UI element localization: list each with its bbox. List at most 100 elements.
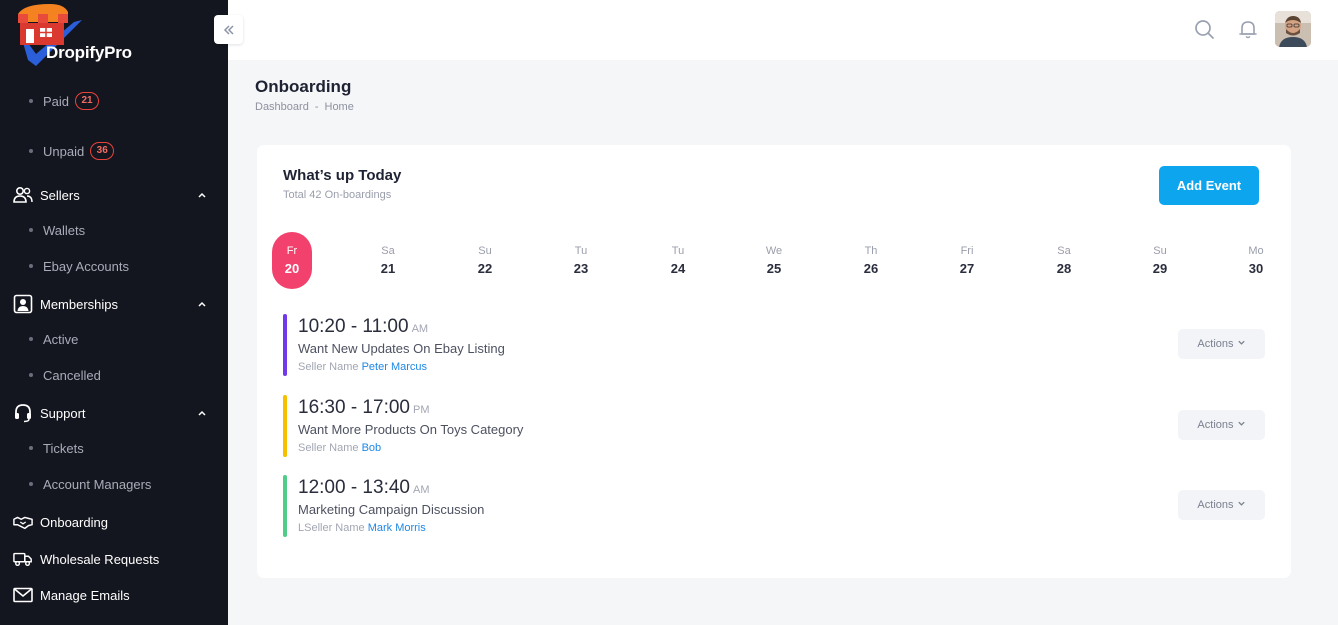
event-time: 16:30 - 17:00 PM bbox=[298, 397, 429, 419]
users-icon bbox=[13, 185, 33, 205]
day-name: Sa bbox=[381, 245, 395, 257]
sidebar-item-ebay-accounts[interactable]: Ebay Accounts bbox=[0, 256, 129, 276]
day-tab[interactable]: Tu 23 bbox=[561, 232, 601, 289]
event-time-range: 12:00 - 13:40 bbox=[298, 477, 410, 498]
day-name: Sa bbox=[1057, 245, 1071, 257]
chevron-down-icon bbox=[1237, 421, 1245, 426]
chevron-down-icon bbox=[1237, 501, 1245, 506]
day-tab[interactable]: Fr 20 bbox=[272, 232, 312, 289]
day-tab[interactable]: Tu 24 bbox=[658, 232, 698, 289]
day-tab[interactable]: Sa 21 bbox=[368, 232, 408, 289]
event-color-bar bbox=[283, 314, 287, 376]
day-number: 22 bbox=[477, 261, 493, 276]
envelope-icon bbox=[13, 585, 33, 605]
actions-dropdown-button[interactable]: Actions bbox=[1178, 329, 1265, 359]
sidebar-collapse-button[interactable] bbox=[214, 15, 243, 44]
sidebar-item-cancelled[interactable]: Cancelled bbox=[0, 365, 101, 385]
bullet bbox=[29, 264, 33, 268]
sidebar-section-support[interactable]: Support bbox=[0, 402, 228, 424]
sidebar-section-label: Memberships bbox=[40, 296, 119, 312]
event-seller: Seller Name Peter Marcus bbox=[298, 361, 427, 373]
breadcrumb-dashboard[interactable]: Dashboard bbox=[255, 101, 309, 113]
handshake-icon bbox=[13, 512, 33, 532]
bell-icon[interactable] bbox=[1237, 18, 1259, 40]
day-number: 25 bbox=[766, 261, 782, 276]
sidebar-item-account-managers[interactable]: Account Managers bbox=[0, 474, 151, 494]
page-title: Onboarding bbox=[255, 77, 352, 96]
member-card-icon bbox=[13, 294, 33, 314]
sidebar-item-label: Cancelled bbox=[43, 367, 101, 383]
sidebar-section-memberships[interactable]: Memberships bbox=[0, 293, 228, 315]
sidebar-item-onboarding[interactable]: Onboarding bbox=[0, 511, 228, 533]
actions-label: Actions bbox=[1197, 338, 1234, 350]
day-number: 28 bbox=[1056, 261, 1072, 276]
user-avatar[interactable] bbox=[1275, 11, 1311, 47]
sidebar-item-label: Ebay Accounts bbox=[43, 258, 129, 274]
day-tab[interactable]: Sa 28 bbox=[1044, 232, 1084, 289]
day-tab[interactable]: Fri 27 bbox=[947, 232, 987, 289]
event-title: Want More Products On Toys Category bbox=[298, 422, 524, 437]
event-ampm: PM bbox=[412, 404, 430, 416]
sidebar-item-label: Paid bbox=[43, 93, 70, 109]
paid-count-badge: 21 bbox=[75, 92, 100, 110]
sidebar-item-active[interactable]: Active bbox=[0, 329, 78, 349]
day-number: 20 bbox=[284, 261, 300, 276]
day-tab[interactable]: Mo 30 bbox=[1236, 232, 1276, 289]
event-title: Marketing Campaign Discussion bbox=[298, 502, 485, 517]
sidebar-item-paid[interactable]: Paid 21 bbox=[0, 91, 100, 111]
day-number: 27 bbox=[959, 261, 975, 276]
event-seller: Seller Name Bob bbox=[298, 442, 381, 454]
sidebar-item-label: Unpaid bbox=[43, 143, 85, 159]
brand-logo[interactable]: DropifyPro bbox=[14, 0, 164, 70]
truck-icon bbox=[13, 549, 33, 569]
day-number: 29 bbox=[1152, 261, 1168, 276]
day-number: 24 bbox=[670, 261, 686, 276]
event-item: 12:00 - 13:40 AM Marketing Campaign Discu… bbox=[283, 475, 1273, 539]
day-number: 23 bbox=[573, 261, 589, 276]
actions-dropdown-button[interactable]: Actions bbox=[1178, 490, 1265, 520]
day-tab[interactable]: Su 22 bbox=[465, 232, 505, 289]
sidebar-item-manage-emails[interactable]: Manage Emails bbox=[0, 584, 228, 606]
event-time-range: 10:20 - 11:00 bbox=[298, 316, 409, 337]
day-number: 30 bbox=[1248, 261, 1264, 276]
sidebar-section-label: Sellers bbox=[40, 187, 80, 203]
seller-link[interactable]: Peter Marcus bbox=[362, 361, 427, 373]
bullet bbox=[29, 446, 33, 450]
user-photo-icon bbox=[1275, 11, 1311, 47]
headset-icon bbox=[13, 403, 33, 423]
day-number: 26 bbox=[863, 261, 879, 276]
actions-label: Actions bbox=[1197, 499, 1234, 511]
seller-link[interactable]: Mark Morris bbox=[368, 522, 426, 534]
event-ampm: AM bbox=[412, 484, 430, 496]
event-time-range: 16:30 - 17:00 bbox=[298, 397, 410, 418]
actions-dropdown-button[interactable]: Actions bbox=[1178, 410, 1265, 440]
breadcrumb-home[interactable]: Home bbox=[325, 101, 354, 113]
day-tab[interactable]: Th 26 bbox=[851, 232, 891, 289]
top-bar bbox=[228, 0, 1338, 60]
bullet bbox=[29, 337, 33, 341]
day-name: Su bbox=[1153, 245, 1167, 257]
bullet bbox=[29, 228, 33, 232]
sidebar-item-tickets[interactable]: Tickets bbox=[0, 438, 84, 458]
search-icon[interactable] bbox=[1193, 18, 1215, 40]
day-name: Mo bbox=[1248, 245, 1264, 257]
sidebar-section-sellers[interactable]: Sellers bbox=[0, 184, 228, 206]
chevron-up-icon bbox=[198, 192, 206, 198]
sidebar-item-wallets[interactable]: Wallets bbox=[0, 220, 85, 240]
day-tab[interactable]: We 25 bbox=[754, 232, 794, 289]
card-subtitle: Total 42 On-boardings bbox=[283, 189, 392, 201]
sidebar-item-wholesale-requests[interactable]: Wholesale Requests bbox=[0, 548, 228, 570]
bullet bbox=[29, 99, 33, 103]
bullet bbox=[29, 149, 33, 153]
day-name: Su bbox=[478, 245, 492, 257]
day-name: Tu bbox=[574, 245, 588, 257]
seller-link[interactable]: Bob bbox=[362, 442, 382, 454]
day-tab[interactable]: Su 29 bbox=[1140, 232, 1180, 289]
sidebar-item-label: Wallets bbox=[43, 222, 86, 238]
brand-name: DropifyPro bbox=[46, 43, 132, 62]
event-time: 12:00 - 13:40 AM bbox=[298, 477, 429, 499]
add-event-button[interactable]: Add Event bbox=[1159, 166, 1259, 205]
double-chevron-left-icon bbox=[223, 24, 234, 35]
sidebar-item-unpaid[interactable]: Unpaid 36 bbox=[0, 141, 115, 161]
breadcrumb: Dashboard - Home bbox=[255, 101, 354, 113]
